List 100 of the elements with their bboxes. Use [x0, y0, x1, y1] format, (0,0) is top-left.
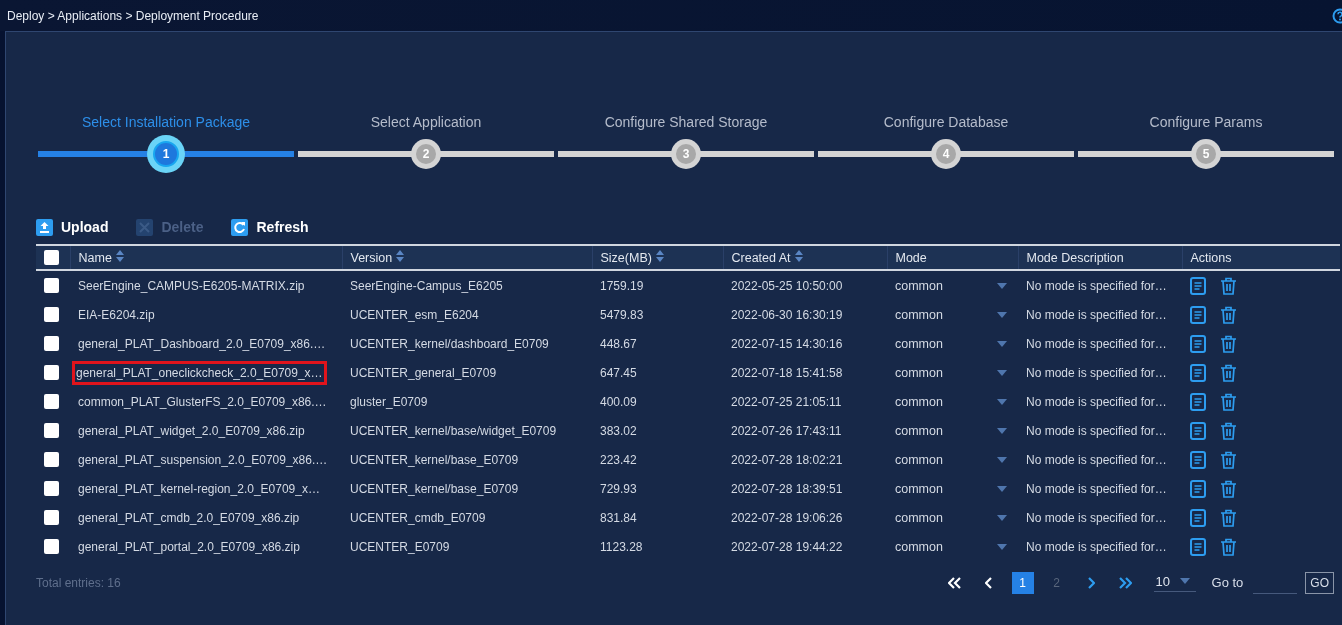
- sort-icon: [396, 250, 405, 262]
- trash-icon[interactable]: [1220, 363, 1237, 382]
- mode-description-cell: No mode is specified for…: [1026, 307, 1167, 322]
- row-checkbox[interactable]: [44, 539, 59, 555]
- caret-icon: [997, 369, 1007, 376]
- row-checkbox[interactable]: [44, 394, 59, 410]
- mode-dropdown[interactable]: common: [895, 539, 1007, 554]
- sort-icon: [655, 250, 664, 262]
- step-marker[interactable]: 1: [147, 135, 185, 173]
- size-cell: 831.84: [600, 510, 637, 525]
- row-checkbox[interactable]: [44, 481, 59, 497]
- created-at-cell: 2022-06-30 16:30:19: [731, 307, 843, 322]
- document-icon[interactable]: [1190, 276, 1206, 295]
- document-icon[interactable]: [1190, 450, 1206, 469]
- column-header[interactable]: Version: [350, 251, 405, 265]
- row-checkbox[interactable]: [44, 423, 59, 439]
- mode-description-cell: No mode is specified for…: [1026, 452, 1167, 467]
- trash-icon[interactable]: [1220, 537, 1237, 556]
- mode-description-cell: No mode is specified for…: [1026, 539, 1167, 554]
- version-cell: UCENTER_cmdb_E0709: [350, 510, 486, 525]
- name-cell: general_PLAT_cmdb_2.0_E0709_x86.zip: [78, 510, 300, 525]
- caret-icon: [997, 398, 1007, 405]
- mode-dropdown[interactable]: common: [895, 481, 1007, 496]
- page-button[interactable]: 1: [1011, 571, 1034, 594]
- name-cell: general_PLAT_widget_2.0_E0709_x86.zip: [78, 423, 305, 438]
- created-at-cell: 2022-07-28 19:06:26: [731, 510, 843, 525]
- size-cell: 223.42: [600, 452, 637, 467]
- version-cell: SeerEngine-Campus_E6205: [350, 278, 503, 293]
- document-icon[interactable]: [1190, 305, 1206, 324]
- document-icon[interactable]: [1190, 421, 1206, 440]
- mode-description-cell: No mode is specified for…: [1026, 394, 1167, 409]
- caret-icon: [997, 427, 1007, 434]
- page-size-dropdown[interactable]: 10: [1153, 573, 1196, 592]
- row-checkbox[interactable]: [44, 336, 59, 352]
- trash-icon[interactable]: [1220, 450, 1237, 469]
- caret-icon: [997, 282, 1007, 289]
- mode-description-cell: No mode is specified for…: [1026, 423, 1167, 438]
- trash-icon[interactable]: [1220, 508, 1237, 527]
- row-checkbox[interactable]: [44, 365, 59, 381]
- mode-dropdown[interactable]: common: [895, 336, 1007, 351]
- version-cell: UCENTER_kernel/base/widget_E0709: [350, 423, 557, 438]
- name-cell: general_PLAT_portal_2.0_E0709_x86.zip: [78, 539, 300, 554]
- name-cell: common_PLAT_GlusterFS_2.0_E0709_x86.…: [78, 394, 327, 409]
- refresh-button[interactable]: Refresh: [231, 218, 309, 236]
- mode-dropdown[interactable]: common: [895, 423, 1007, 438]
- go-button[interactable]: GO: [1305, 571, 1334, 594]
- size-cell: 729.93: [600, 481, 637, 496]
- created-at-cell: 2022-07-28 18:02:21: [731, 452, 843, 467]
- mode-dropdown[interactable]: common: [895, 278, 1007, 293]
- name-cell: EIA-E6204.zip: [78, 307, 155, 322]
- upload-icon: [36, 218, 53, 236]
- size-cell: 448.67: [600, 336, 637, 351]
- created-at-cell: 2022-07-25 21:05:11: [731, 394, 842, 409]
- version-cell: UCENTER_esm_E6204: [350, 307, 479, 322]
- created-at-cell: 2022-07-26 17:43:11: [731, 423, 842, 438]
- document-icon[interactable]: [1190, 537, 1206, 556]
- breadcrumb: Deploy > Applications > Deployment Procedure: [7, 8, 259, 23]
- version-cell: UCENTER_kernel/base_E0709: [350, 452, 519, 467]
- trash-icon[interactable]: [1220, 305, 1237, 324]
- document-icon[interactable]: [1190, 508, 1206, 527]
- column-header[interactable]: Name: [78, 251, 124, 265]
- created-at-cell: 2022-07-28 18:39:51: [731, 481, 843, 496]
- trash-icon[interactable]: [1220, 479, 1237, 498]
- size-cell: 647.45: [600, 365, 637, 380]
- upload-button[interactable]: Upload: [36, 218, 109, 236]
- trash-icon[interactable]: [1220, 421, 1237, 440]
- double-chevron-right-icon: [1117, 576, 1132, 589]
- version-cell: UCENTER_E0709: [350, 539, 450, 554]
- chevron-right-icon: [1086, 576, 1095, 589]
- document-icon[interactable]: [1190, 392, 1206, 411]
- document-icon[interactable]: [1190, 363, 1206, 382]
- version-cell: UCENTER_kernel/dashboard_E0709: [350, 336, 549, 351]
- mode-dropdown[interactable]: common: [895, 394, 1007, 409]
- name-cell: SeerEngine_CAMPUS-E6205-MATRIX.zip: [78, 278, 305, 293]
- mode-dropdown[interactable]: common: [895, 307, 1007, 322]
- trash-icon[interactable]: [1220, 276, 1237, 295]
- size-cell: 383.02: [600, 423, 637, 438]
- caret-icon: [997, 514, 1007, 521]
- mode-dropdown[interactable]: common: [895, 510, 1007, 525]
- close-icon: [136, 218, 154, 236]
- mode-dropdown[interactable]: common: [895, 452, 1007, 467]
- name-cell: general_PLAT_kernel-region_2.0_E0709_x…: [78, 481, 320, 496]
- select-all-checkbox[interactable]: [44, 250, 59, 266]
- created-at-cell: 2022-07-18 15:41:58: [731, 365, 843, 380]
- step-label: Configure Database: [883, 114, 1009, 132]
- caret-icon: [997, 485, 1007, 492]
- row-checkbox[interactable]: [44, 307, 59, 323]
- trash-icon[interactable]: [1220, 392, 1237, 411]
- mode-dropdown[interactable]: common: [895, 365, 1007, 380]
- row-checkbox[interactable]: [44, 452, 59, 468]
- row-checkbox[interactable]: [44, 278, 59, 294]
- total-entries: Total entries: 16: [36, 575, 121, 590]
- mode-description-cell: No mode is specified for…: [1026, 365, 1167, 380]
- mode-description-cell: No mode is specified for…: [1026, 481, 1167, 496]
- created-at-cell: 2022-07-15 14:30:16: [731, 336, 843, 351]
- document-icon[interactable]: [1190, 334, 1206, 353]
- row-checkbox[interactable]: [44, 510, 59, 526]
- document-icon[interactable]: [1190, 479, 1206, 498]
- trash-icon[interactable]: [1220, 334, 1237, 353]
- version-cell: gluster_E0709: [350, 394, 428, 409]
